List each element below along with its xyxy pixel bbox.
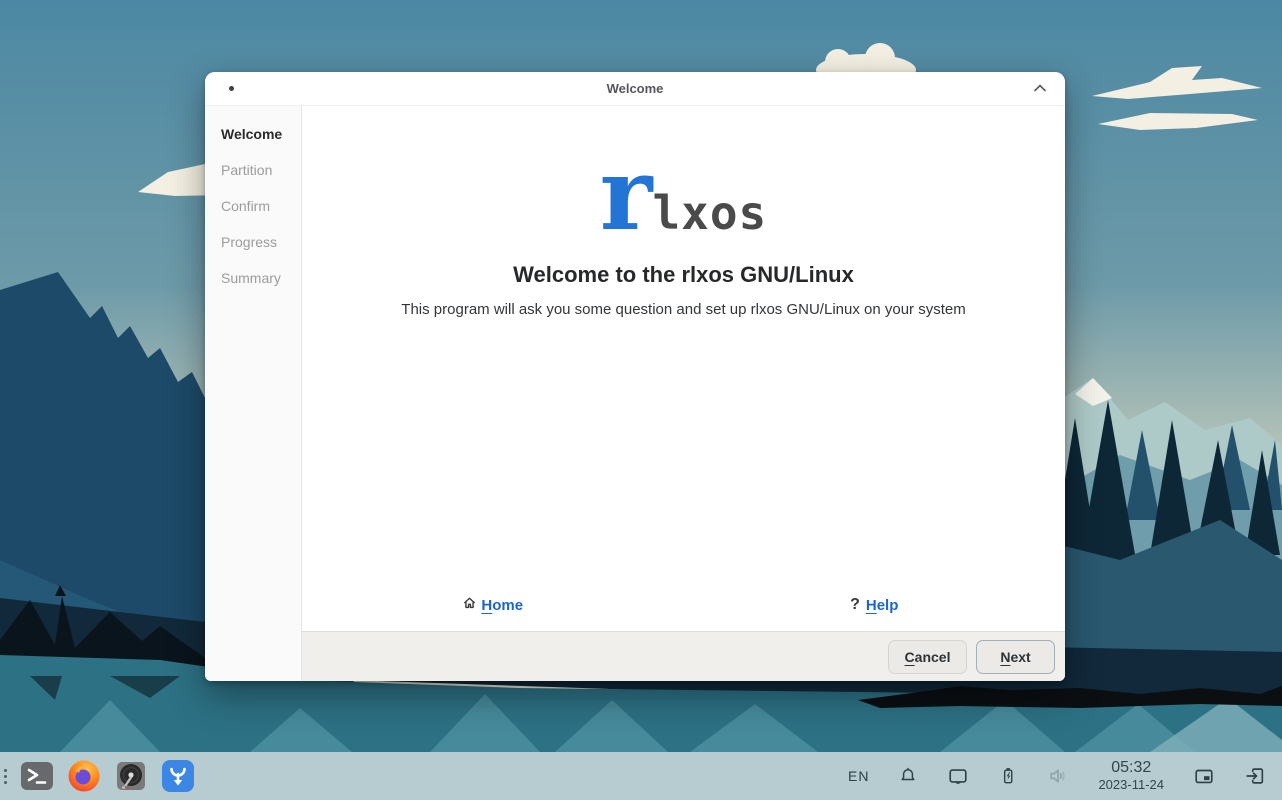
page-title: Welcome to the rlxos GNU/Linux (302, 262, 1065, 288)
window-menu-dot[interactable] (229, 86, 234, 91)
disks-app-icon[interactable] (113, 758, 149, 794)
chevron-up-icon[interactable] (1031, 79, 1049, 97)
next-button[interactable]: Next (976, 640, 1055, 674)
sidebar-item-summary: Summary (205, 260, 301, 296)
window-body: Welcome Partition Confirm Progress Summa… (205, 106, 1065, 681)
cancel-button[interactable]: Cancel (888, 640, 967, 674)
taskbar-right: EN (848, 759, 1282, 792)
home-icon (462, 595, 477, 615)
links-row: Home ? Help (302, 595, 1065, 615)
installer-window: Welcome Welcome Partition Confirm Progre… (205, 72, 1065, 681)
welcome-page: r lxos Welcome to the rlxos GNU/Linux Th… (302, 106, 1065, 631)
clock-time: 05:32 (1098, 759, 1164, 777)
logout-exit-icon[interactable] (1244, 765, 1266, 787)
volume-muted-icon[interactable] (1047, 765, 1069, 787)
battery-charging-icon[interactable] (998, 765, 1018, 787)
sidebar-item-progress: Progress (205, 224, 301, 260)
assistant-sidebar: Welcome Partition Confirm Progress Summa… (205, 106, 302, 681)
home-link-container: Home (302, 595, 684, 615)
titlebar: Welcome (205, 72, 1065, 106)
help-link[interactable]: Help (866, 597, 899, 614)
picture-in-picture-icon[interactable] (1193, 765, 1215, 787)
page-subtitle: This program will ask you some question … (302, 301, 1065, 318)
language-indicator[interactable]: EN (848, 768, 869, 784)
taskbar-grip-icon[interactable] (3, 769, 8, 784)
notifications-bell-icon[interactable] (898, 766, 918, 786)
taskbar-left (0, 758, 196, 794)
clock[interactable]: 05:32 2023-11-24 (1098, 759, 1164, 792)
sidebar-item-confirm: Confirm (205, 188, 301, 224)
help-link-container: ? Help (684, 595, 1066, 615)
action-bar: Cancel Next (302, 631, 1065, 681)
firefox-app-icon[interactable] (66, 758, 102, 794)
home-link[interactable]: Home (481, 597, 523, 614)
rlxos-logo: r lxos (302, 148, 1065, 244)
rlxos-logo-text: lxos (652, 186, 767, 240)
sidebar-item-welcome: Welcome (205, 116, 301, 152)
page-column: r lxos Welcome to the rlxos GNU/Linux Th… (302, 106, 1065, 681)
taskbar: EN (0, 752, 1282, 800)
terminal-app-icon[interactable] (19, 758, 55, 794)
question-mark-icon: ? (850, 596, 860, 614)
clock-date: 2023-11-24 (1098, 778, 1164, 793)
software-installer-app-icon[interactable] (160, 758, 196, 794)
workspaces-display-icon[interactable] (947, 765, 969, 787)
window-title: Welcome (607, 81, 664, 96)
sidebar-item-partition: Partition (205, 152, 301, 188)
rlxos-logo-r: r (600, 148, 653, 240)
